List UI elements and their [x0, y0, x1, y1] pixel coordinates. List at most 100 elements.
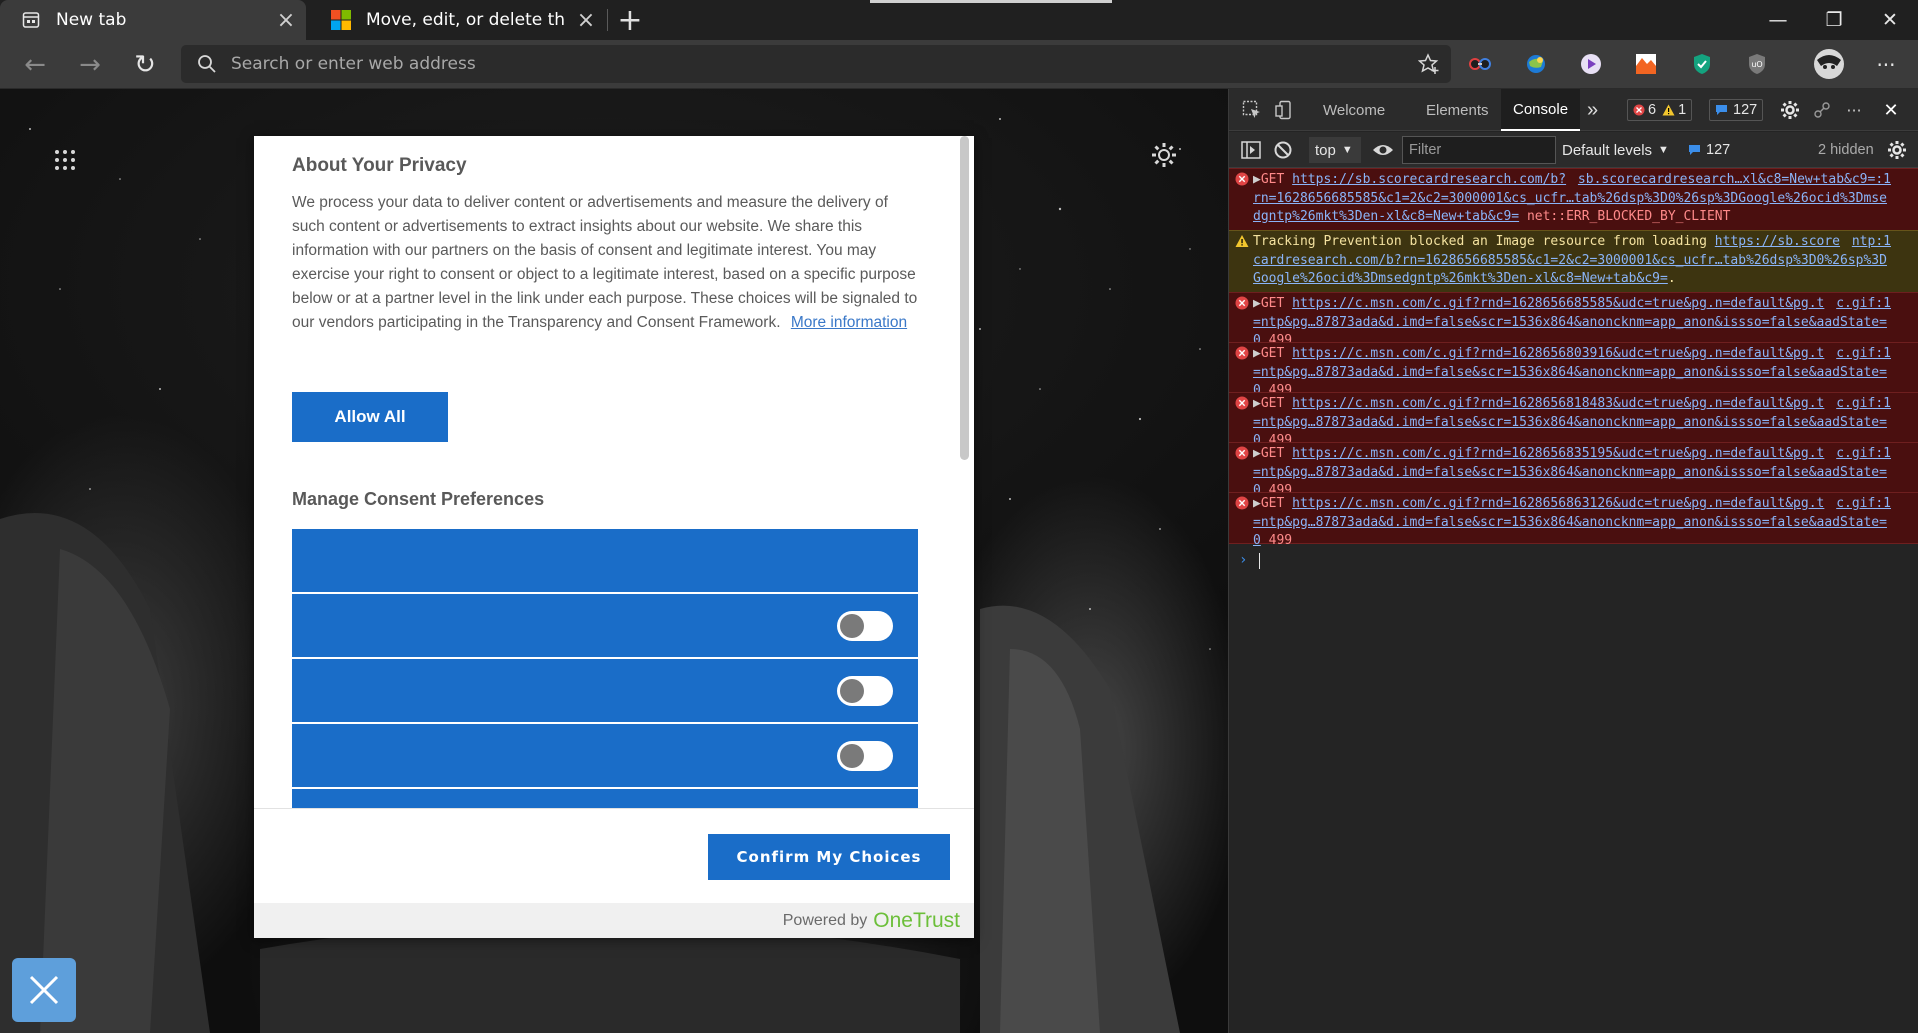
device-emulation-icon[interactable]	[1273, 98, 1297, 122]
console-message-error[interactable]: sb.scorecardresearch…xl&c8=New+tab&c9=:1…	[1229, 168, 1918, 230]
preference-row[interactable]	[292, 789, 918, 808]
back-button[interactable]: ←	[12, 40, 58, 89]
new-tab-button[interactable]: +	[612, 0, 648, 40]
tab-title: New tab	[56, 10, 127, 30]
console-messages-badge[interactable]: 127	[1688, 139, 1730, 161]
search-icon	[197, 54, 217, 74]
tab-close-icon[interactable]: ×	[266, 0, 306, 40]
tab-new-tab[interactable]: New tab ×	[0, 0, 306, 40]
console-message-error[interactable]: c.gif:1 ▶GET https://c.msn.com/c.gif?rnd…	[1229, 392, 1918, 448]
devtools-close-button[interactable]: ✕	[1879, 98, 1903, 122]
devtools-tab-console[interactable]: Console	[1501, 89, 1581, 131]
onetrust-logo[interactable]: OneTrust	[873, 909, 960, 933]
expand-triangle-icon[interactable]: ▶	[1253, 496, 1261, 511]
expand-triangle-icon[interactable]: ▶	[1253, 396, 1261, 411]
allow-all-button[interactable]: Allow All	[292, 392, 448, 442]
error-icon	[1235, 446, 1249, 460]
message-source-link[interactable]: sb.scorecardresearch…xl&c8=New+tab&c9=:1	[1578, 171, 1891, 190]
preference-row[interactable]	[292, 724, 918, 787]
tab-move-edit-post[interactable]: Move, edit, or delete this post ×	[310, 0, 606, 40]
floating-close-button[interactable]	[12, 958, 76, 1022]
connection-icon[interactable]	[1810, 98, 1834, 122]
devtools-settings-gear-icon[interactable]	[1778, 98, 1802, 122]
message-prefix: GET	[1260, 296, 1285, 311]
preference-row[interactable]	[292, 659, 918, 722]
message-source-link[interactable]: c.gif:1	[1836, 495, 1891, 514]
message-source-link[interactable]: c.gif:1	[1836, 395, 1891, 414]
page-settings-gear-icon[interactable]	[1150, 141, 1178, 169]
issues-counter-badge[interactable]: 6 1	[1627, 99, 1693, 121]
add-favorite-icon[interactable]	[1407, 53, 1451, 75]
show-sidebar-icon[interactable]	[1239, 138, 1263, 162]
tab-title: Move, edit, or delete this post	[366, 10, 566, 30]
message-url-link[interactable]: https://c.msn.com/c.gif?rnd=162865686312…	[1253, 496, 1887, 548]
prompt-chevron-icon: ›	[1239, 552, 1248, 568]
profile-avatar[interactable]	[1812, 47, 1846, 81]
address-input[interactable]	[231, 54, 1407, 74]
modal-scrollbar[interactable]	[958, 136, 970, 808]
extension-globe-icon[interactable]	[1522, 50, 1550, 78]
preference-row[interactable]	[292, 594, 918, 657]
maximize-button[interactable]: ❐	[1806, 0, 1862, 40]
expand-triangle-icon[interactable]: ▶	[1253, 446, 1261, 461]
extension-shield-icon[interactable]	[1688, 50, 1716, 78]
apps-grid-icon[interactable]	[54, 149, 76, 171]
log-levels-dropdown[interactable]: Default levels ▼	[1562, 138, 1669, 162]
context-selector[interactable]: top ▼	[1309, 137, 1361, 163]
devtools-tab-welcome[interactable]: Welcome	[1311, 89, 1397, 131]
expand-triangle-icon[interactable]: ▶	[1253, 172, 1261, 187]
console-settings-gear-icon[interactable]	[1885, 138, 1909, 162]
message-url-link[interactable]: https://c.msn.com/c.gif?rnd=162865680391…	[1253, 346, 1887, 398]
privacy-description-text: We process your data to deliver content …	[292, 194, 918, 331]
more-menu-button[interactable]: ···	[1863, 40, 1909, 89]
message-url-link[interactable]: https://c.msn.com/c.gif?rnd=162865681848…	[1253, 396, 1887, 448]
live-expression-eye-icon[interactable]	[1371, 138, 1395, 162]
expand-triangle-icon[interactable]: ▶	[1253, 296, 1261, 311]
warning-icon	[1662, 104, 1675, 116]
message-source-link[interactable]: c.gif:1	[1836, 445, 1891, 464]
dropdown-caret-icon: ▼	[1658, 144, 1669, 156]
devtools-more-button[interactable]: ···	[1842, 98, 1866, 122]
forward-button[interactable]: →	[67, 40, 113, 89]
extension-reader-icon[interactable]	[1466, 50, 1494, 78]
inspect-element-icon[interactable]	[1240, 98, 1264, 122]
message-source-link[interactable]: c.gif:1	[1836, 345, 1891, 364]
console-message-warning[interactable]: ntp:1 Tracking Prevention blocked an Ima…	[1229, 230, 1918, 292]
console-message-error[interactable]: c.gif:1 ▶GET https://c.msn.com/c.gif?rnd…	[1229, 442, 1918, 498]
consent-toggle[interactable]	[837, 741, 893, 771]
message-url-link[interactable]: https://c.msn.com/c.gif?rnd=162865668558…	[1253, 296, 1887, 348]
clear-console-icon[interactable]	[1271, 138, 1295, 162]
refresh-button[interactable]: ↻	[122, 40, 168, 89]
address-bar[interactable]	[181, 45, 1451, 83]
extension-ublock-icon[interactable]: uO	[1743, 50, 1771, 78]
console-message-error[interactable]: c.gif:1 ▶GET https://c.msn.com/c.gif?rnd…	[1229, 342, 1918, 398]
more-tabs-button[interactable]: »	[1575, 89, 1610, 131]
scrollbar-thumb[interactable]	[960, 136, 969, 460]
extension-play-icon[interactable]	[1577, 50, 1605, 78]
message-source-link[interactable]: ntp:1	[1852, 233, 1891, 252]
messages-counter-badge[interactable]: 127	[1709, 99, 1764, 121]
text-cursor	[1259, 553, 1260, 569]
minimize-button[interactable]: —	[1750, 0, 1806, 40]
tab-close-icon[interactable]: ×	[566, 0, 606, 40]
consent-toggle[interactable]	[837, 676, 893, 706]
console-prompt[interactable]: ›	[1229, 550, 1918, 572]
message-source-link[interactable]: c.gif:1	[1836, 295, 1891, 314]
console-filter-input[interactable]	[1402, 136, 1556, 164]
toggle-knob	[840, 679, 864, 703]
more-information-link[interactable]: More information	[791, 314, 907, 331]
warning-count: 1	[1678, 102, 1687, 118]
console-message-error[interactable]: c.gif:1 ▶GET https://c.msn.com/c.gif?rnd…	[1229, 492, 1918, 548]
devtools-tab-elements[interactable]: Elements	[1414, 89, 1501, 131]
consent-toggle[interactable]	[837, 611, 893, 641]
expand-triangle-icon[interactable]: ▶	[1253, 346, 1261, 361]
modal-scroll-area[interactable]: About Your Privacy We process your data …	[254, 136, 974, 808]
extension-orange-icon[interactable]	[1632, 50, 1660, 78]
console-message-error[interactable]: c.gif:1 ▶GET https://c.msn.com/c.gif?rnd…	[1229, 292, 1918, 348]
context-value: top	[1315, 141, 1336, 159]
preference-row[interactable]	[292, 529, 918, 592]
close-window-button[interactable]: ✕	[1862, 0, 1918, 40]
message-url-link[interactable]: https://c.msn.com/c.gif?rnd=162865683519…	[1253, 446, 1887, 498]
confirm-my-choices-button[interactable]: Confirm My Choices	[708, 834, 950, 880]
console-output[interactable]: sb.scorecardresearch…xl&c8=New+tab&c9=:1…	[1229, 168, 1918, 1033]
